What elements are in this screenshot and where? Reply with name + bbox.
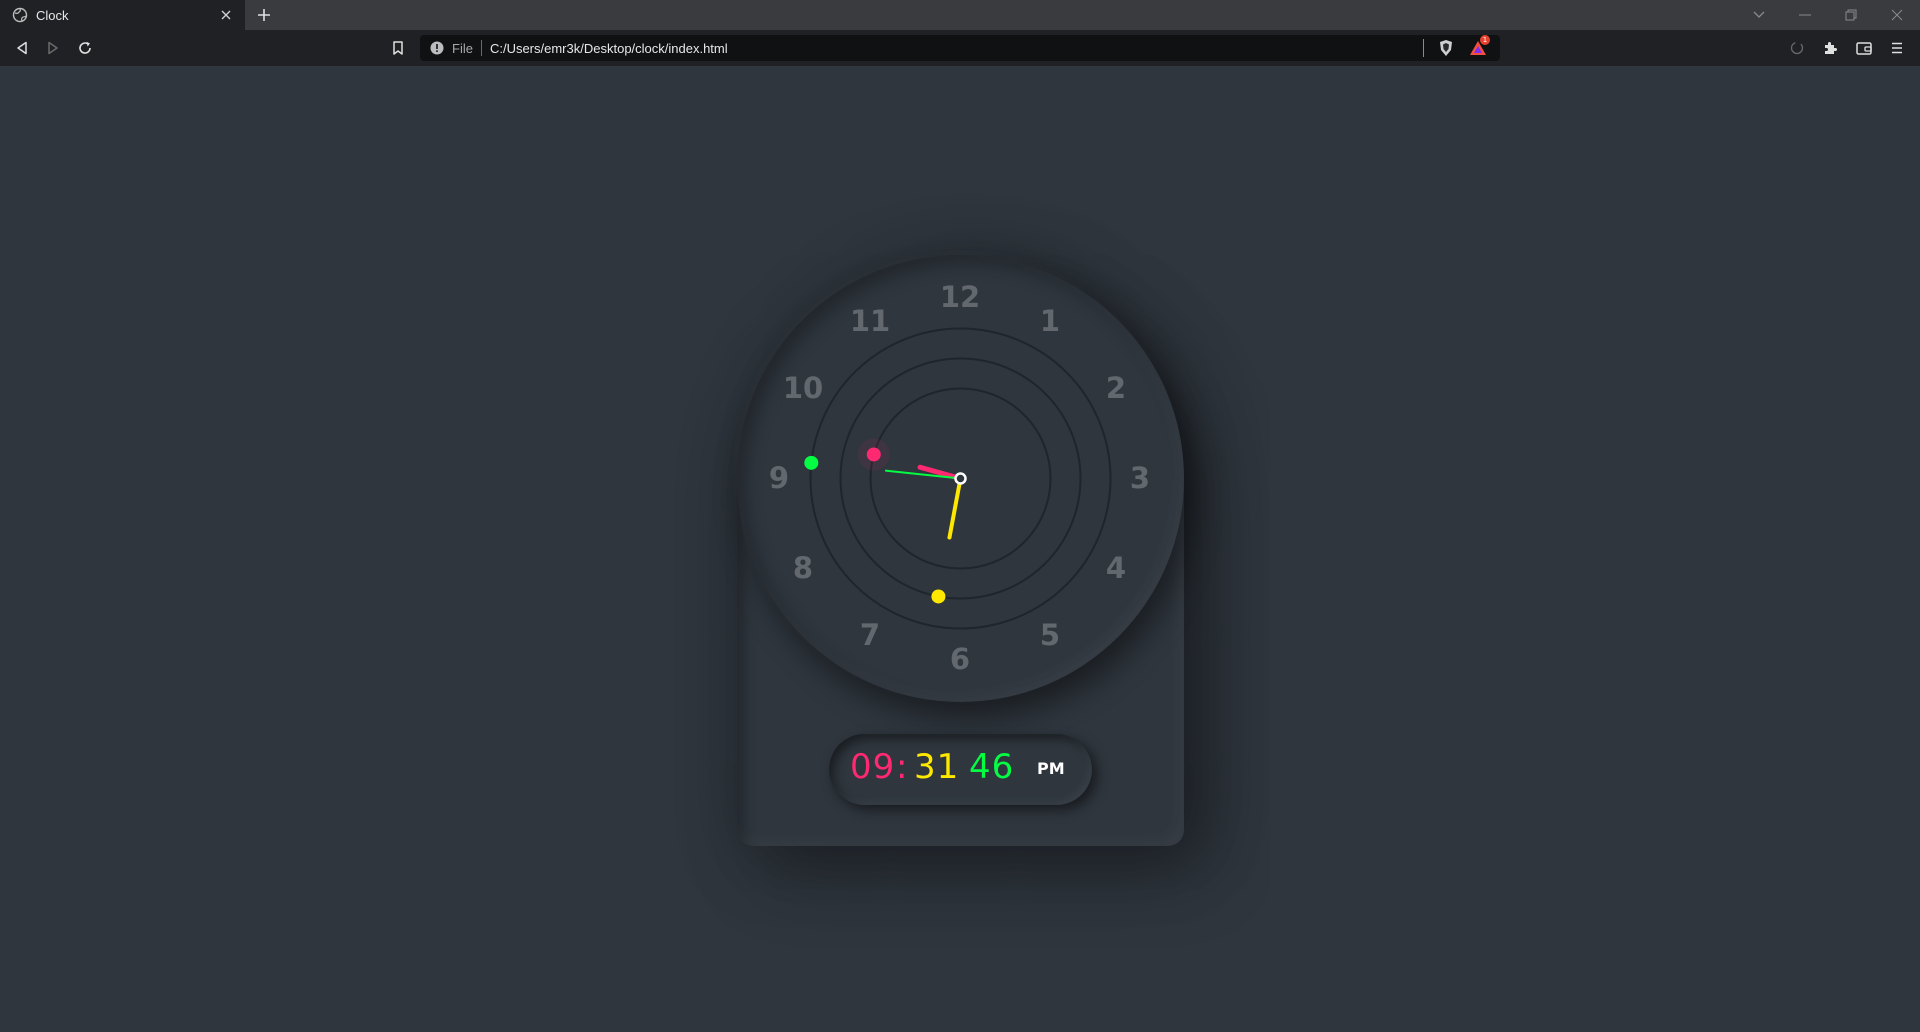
numeral-9: 9 (768, 461, 790, 495)
numeral-6: 6 (949, 642, 971, 676)
tab-search-chevron-icon[interactable] (1736, 0, 1782, 30)
reload-icon[interactable] (75, 38, 95, 58)
numeral-5: 5 (1039, 618, 1061, 652)
digital-clock: 09 : 31 46 PM (829, 734, 1092, 805)
digital-ampm: PM (1037, 759, 1065, 778)
back-icon[interactable] (12, 38, 32, 58)
numeral-7: 7 (859, 618, 881, 652)
numeral-1: 1 (1039, 304, 1061, 338)
extensions-icon[interactable] (1820, 38, 1840, 58)
numeral-11: 11 (849, 304, 891, 338)
minute-hand (947, 476, 963, 540)
digital-seconds: 46 (969, 747, 1015, 787)
brave-shields-icon[interactable] (1436, 38, 1456, 58)
address-bar[interactable]: File C:/Users/emr3k/Desktop/clock/index.… (420, 35, 1500, 61)
minimize-icon[interactable] (1782, 0, 1828, 30)
new-tab-plus-icon[interactable] (254, 5, 274, 25)
browser-titlebar: Clock (0, 0, 1920, 30)
globe-icon (12, 7, 28, 23)
tab-clock[interactable]: Clock (0, 0, 245, 30)
close-tab-icon[interactable] (217, 6, 235, 24)
second-dot (804, 455, 819, 470)
numeral-12: 12 (939, 280, 981, 314)
url-text[interactable]: C:/Users/emr3k/Desktop/clock/index.html (490, 41, 1423, 56)
tab-title: Clock (36, 7, 69, 23)
numeral-8: 8 (792, 551, 814, 585)
sync-status-icon[interactable] (1787, 38, 1807, 58)
rewards-badge: 1 (1480, 35, 1490, 45)
forward-icon[interactable] (43, 38, 63, 58)
digital-minutes: 31 (914, 747, 960, 787)
clock-face: 12 1 2 3 4 5 6 7 8 9 10 11 (737, 255, 1184, 702)
hour-dot (866, 447, 881, 462)
restore-icon[interactable] (1828, 0, 1874, 30)
site-info-icon[interactable] (430, 41, 444, 55)
numeral-10: 10 (782, 371, 824, 405)
digital-hours: 09 (850, 747, 896, 787)
url-divider (480, 40, 482, 56)
url-right-divider (1423, 39, 1424, 57)
wallet-icon[interactable] (1854, 38, 1874, 58)
digital-separator: : (896, 747, 909, 787)
window-controls (1736, 0, 1920, 30)
center-pin (954, 472, 967, 485)
bookmark-icon[interactable] (388, 38, 408, 58)
numeral-4: 4 (1105, 551, 1127, 585)
brave-rewards-icon[interactable]: 1 (1468, 35, 1490, 58)
numeral-3: 3 (1129, 461, 1151, 495)
browser-toolbar: File C:/Users/emr3k/Desktop/clock/index.… (0, 30, 1920, 66)
close-window-icon[interactable] (1874, 0, 1920, 30)
menu-icon[interactable] (1887, 38, 1907, 58)
numeral-2: 2 (1105, 371, 1127, 405)
minute-dot (931, 589, 946, 604)
url-scheme-label: File (452, 40, 473, 56)
